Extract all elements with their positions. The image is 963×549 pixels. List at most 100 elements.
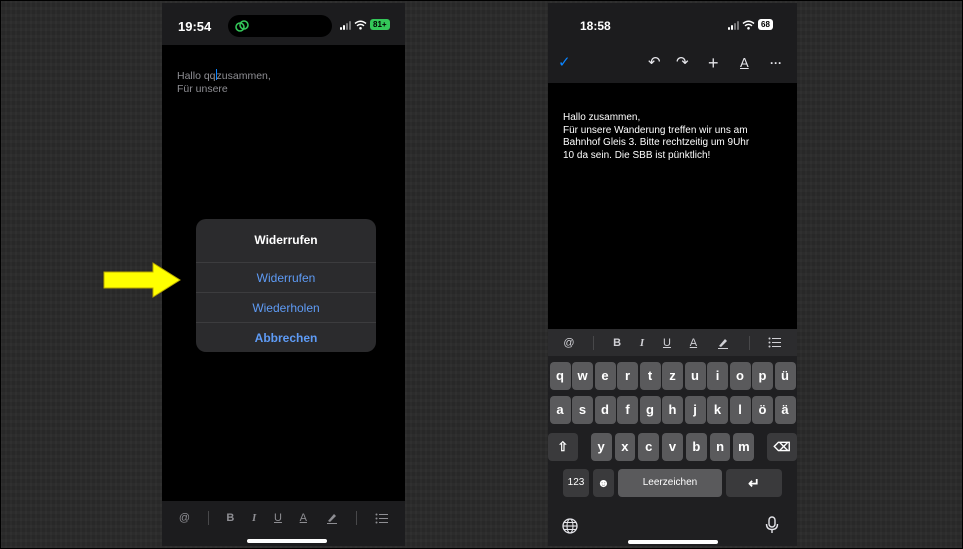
list-icon[interactable] bbox=[768, 337, 782, 348]
key[interactable]: h bbox=[662, 396, 683, 424]
key[interactable]: v bbox=[662, 433, 683, 461]
dynamic-island bbox=[228, 15, 332, 37]
keyboard-row-1: q w e r t z u i o p ü bbox=[548, 362, 797, 390]
delete-key-icon[interactable]: ⌫ bbox=[767, 433, 797, 461]
key[interactable]: ü bbox=[774, 362, 796, 390]
battery-icon: 81+ bbox=[370, 19, 390, 30]
more-icon[interactable]: ··· bbox=[770, 54, 782, 72]
battery-icon: 68 bbox=[758, 19, 773, 30]
document-line: Für unsere Wanderung treffen wir uns am bbox=[563, 124, 748, 136]
note-line-1a: Hallo qq bbox=[177, 70, 216, 82]
key[interactable]: o bbox=[729, 362, 751, 390]
divider bbox=[593, 335, 595, 350]
key[interactable]: s bbox=[572, 396, 593, 424]
status-icons: 68 bbox=[728, 19, 773, 30]
highlighter-icon[interactable] bbox=[325, 512, 339, 524]
editor-toolbar: ✓ ↶ ↷ + A ··· bbox=[548, 45, 797, 83]
note-line-2: Für unsere bbox=[177, 83, 228, 95]
keyboard-row-3: ⇧ y x c v b n m ⌫ bbox=[548, 433, 797, 461]
document-line: Hallo zusammen, bbox=[563, 112, 641, 123]
key[interactable]: u bbox=[684, 362, 706, 390]
redo-button[interactable]: Wiederholen bbox=[196, 292, 376, 322]
status-time: 18:58 bbox=[580, 19, 611, 33]
status-bar: 18:58 68 bbox=[548, 3, 797, 45]
signal-icon bbox=[728, 20, 739, 30]
mention-button[interactable]: @ bbox=[179, 512, 190, 524]
return-key-icon[interactable]: ↵ bbox=[726, 469, 782, 497]
key[interactable]: f bbox=[617, 396, 638, 424]
mention-button[interactable]: @ bbox=[563, 337, 574, 349]
wifi-icon bbox=[354, 20, 367, 30]
list-icon[interactable] bbox=[375, 513, 389, 524]
key[interactable]: k bbox=[707, 396, 728, 424]
dialog-title: Widerrufen bbox=[254, 233, 318, 247]
emoji-key-icon[interactable]: ☻ bbox=[593, 469, 614, 497]
status-time: 19:54 bbox=[178, 19, 212, 34]
numbers-key[interactable]: 123 bbox=[563, 469, 589, 497]
key[interactable]: g bbox=[639, 396, 661, 424]
key[interactable]: y bbox=[590, 433, 612, 461]
document-line: Bahnhof Gleis 3. Bitte rechtzeitig um 9U… bbox=[563, 137, 750, 148]
home-indicator[interactable] bbox=[247, 539, 327, 543]
undo-icon[interactable]: ↶ bbox=[648, 54, 661, 72]
italic-button[interactable]: I bbox=[252, 512, 256, 524]
key[interactable]: ä bbox=[774, 396, 796, 424]
key[interactable]: l bbox=[729, 396, 751, 424]
key[interactable]: ö bbox=[752, 396, 773, 424]
keyboard-row-4: 123 ☻ Leerzeichen ↵ bbox=[548, 469, 797, 497]
done-checkmark-icon[interactable]: ✓ bbox=[558, 54, 571, 72]
key[interactable]: m bbox=[733, 433, 755, 461]
keyboard-format-toolbar: @ B I U A bbox=[548, 329, 797, 356]
key[interactable]: x bbox=[614, 433, 636, 461]
undo-dialog: Widerrufen Widerrufen Wiederholen Abbrec… bbox=[196, 219, 376, 352]
globe-icon[interactable] bbox=[562, 518, 578, 534]
add-icon[interactable]: + bbox=[708, 54, 719, 72]
shift-key-icon[interactable]: ⇧ bbox=[548, 433, 578, 461]
keyboard-row-2: a s d f g h j k l ö ä bbox=[548, 396, 797, 424]
document-line: 10 da sein. Die SBB ist pünktlich! bbox=[563, 149, 711, 161]
right-phone-screen: 18:58 68 ✓ ↶ ↷ + A ··· Hallo zusammen, F… bbox=[548, 3, 797, 546]
cancel-button[interactable]: Abbrechen bbox=[196, 322, 376, 352]
text-color-button[interactable]: A bbox=[300, 512, 307, 524]
undo-button[interactable]: Widerrufen bbox=[196, 262, 376, 292]
key[interactable]: q bbox=[549, 362, 571, 390]
underline-button[interactable]: U bbox=[274, 512, 282, 524]
signal-icon bbox=[340, 20, 351, 30]
italic-button[interactable]: I bbox=[640, 337, 644, 349]
note-text[interactable]: Hallo qqzusammen, Für unsere bbox=[177, 69, 271, 96]
key[interactable]: c bbox=[638, 433, 660, 461]
key[interactable]: r bbox=[617, 362, 638, 390]
link-icon bbox=[235, 20, 249, 32]
left-phone-screen: 19:54 81+ Hallo qqzusammen, Für unsere W… bbox=[162, 3, 405, 546]
divider bbox=[748, 335, 750, 350]
status-bar: 19:54 81+ bbox=[162, 3, 405, 45]
key[interactable]: z bbox=[662, 362, 683, 390]
text-color-button[interactable]: A bbox=[690, 337, 697, 349]
divider bbox=[356, 511, 358, 525]
status-icons: 81+ bbox=[340, 19, 390, 30]
key[interactable]: a bbox=[549, 396, 571, 424]
key[interactable]: w bbox=[572, 362, 593, 390]
key[interactable]: p bbox=[752, 362, 773, 390]
space-key[interactable]: Leerzeichen bbox=[618, 469, 722, 497]
wifi-icon bbox=[742, 20, 755, 30]
redo-icon[interactable]: ↷ bbox=[676, 54, 689, 72]
key[interactable]: j bbox=[684, 396, 706, 424]
key[interactable]: b bbox=[685, 433, 707, 461]
key[interactable]: e bbox=[594, 362, 616, 390]
divider bbox=[207, 511, 209, 525]
microphone-icon[interactable] bbox=[765, 516, 779, 534]
highlighter-icon[interactable] bbox=[716, 337, 730, 349]
document-body[interactable]: Hallo zusammen, Für unsere Wanderung tre… bbox=[563, 112, 785, 162]
key[interactable]: t bbox=[639, 362, 661, 390]
bold-button[interactable]: B bbox=[613, 337, 621, 349]
text-format-icon[interactable]: A bbox=[740, 54, 749, 72]
key[interactable]: n bbox=[709, 433, 731, 461]
key[interactable]: i bbox=[707, 362, 728, 390]
bold-button[interactable]: B bbox=[226, 512, 234, 524]
home-indicator[interactable] bbox=[628, 540, 718, 544]
key[interactable]: d bbox=[594, 396, 616, 424]
note-line-1b: zusammen, bbox=[216, 70, 271, 82]
yellow-arrow-icon bbox=[103, 262, 181, 298]
underline-button[interactable]: U bbox=[663, 337, 671, 349]
